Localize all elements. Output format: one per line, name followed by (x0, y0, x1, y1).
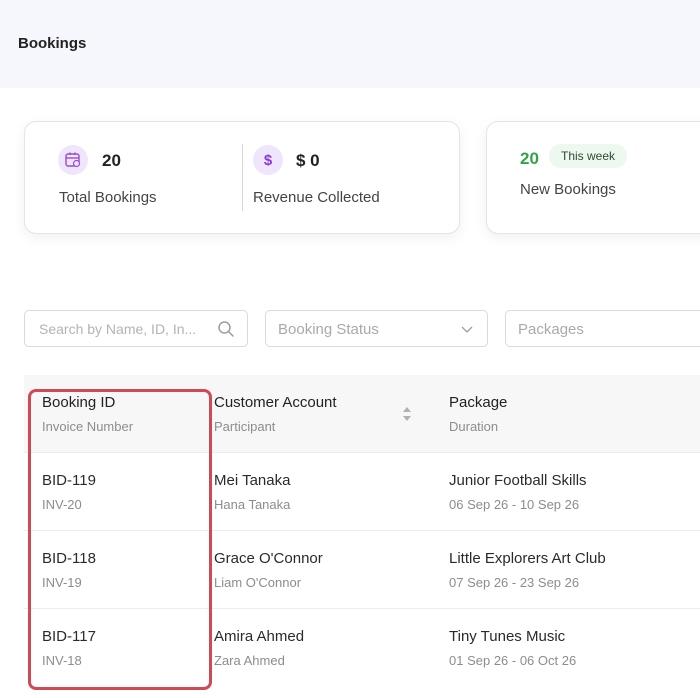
packages-label: Packages (518, 321, 584, 338)
package-name: Junior Football Skills (449, 472, 587, 489)
new-bookings-value: 20 (520, 149, 539, 168)
search-icon[interactable] (217, 320, 235, 338)
stats-card-new-bookings: 20 This week New Bookings (486, 121, 700, 234)
table-row[interactable]: BID-119 INV-20 Mei Tanaka Hana Tanaka Ju… (24, 452, 700, 531)
package-duration: 07 Sep 26 - 23 Sep 26 (449, 575, 580, 590)
customer-account[interactable]: Mei Tanaka (214, 472, 290, 489)
table-row[interactable]: BID-118 INV-19 Grace O'Connor Liam O'Con… (24, 530, 700, 609)
customer-account[interactable]: Amira Ahmed (214, 628, 304, 645)
table-row[interactable]: BID-117 INV-18 Amira Ahmed Zara Ahmed Ti… (24, 608, 700, 687)
page-title: Bookings (18, 35, 87, 52)
total-bookings-value: 20 (102, 151, 121, 170)
search-field[interactable] (24, 310, 248, 347)
new-bookings-label: New Bookings (520, 181, 616, 198)
column-header-customer[interactable]: Customer Account (214, 394, 337, 411)
participant: Zara Ahmed (214, 653, 285, 668)
packages-dropdown[interactable]: Packages (505, 310, 700, 347)
stats-card-summary: 20 Total Bookings $ $ 0 Revenue Collecte… (24, 121, 460, 234)
customer-account[interactable]: Grace O'Connor (214, 550, 323, 567)
column-header-package[interactable]: Package (449, 394, 507, 411)
calendar-icon (58, 145, 88, 175)
booking-status-label: Booking Status (278, 321, 379, 338)
top-bar: Bookings (0, 0, 700, 88)
column-subheader-invoice: Invoice Number (42, 419, 134, 434)
booking-status-dropdown[interactable]: Booking Status (265, 310, 488, 347)
package-name: Little Explorers Art Club (449, 550, 606, 567)
dollar-icon: $ (253, 145, 283, 175)
total-bookings-label: Total Bookings (59, 189, 157, 206)
search-input[interactable] (37, 320, 221, 338)
package-name: Tiny Tunes Music (449, 628, 566, 645)
booking-id[interactable]: BID-119 (42, 472, 96, 489)
booking-id[interactable]: BID-118 (42, 550, 96, 567)
chevron-down-icon (461, 326, 473, 333)
column-subheader-duration: Duration (449, 419, 499, 434)
column-subheader-participant: Participant (214, 419, 276, 434)
participant: Liam O'Connor (214, 575, 302, 590)
column-header-booking-id[interactable]: Booking ID (42, 394, 115, 411)
booking-id[interactable]: BID-117 (42, 628, 96, 645)
sort-icon[interactable] (401, 405, 413, 423)
stats-divider (242, 144, 243, 211)
participant: Hana Tanaka (214, 497, 291, 512)
table-header: Booking ID Invoice Number Customer Accou… (24, 375, 700, 452)
revenue-label: Revenue Collected (253, 189, 380, 206)
invoice-number: INV-18 (42, 653, 82, 668)
package-duration: 01 Sep 26 - 06 Oct 26 (449, 653, 577, 668)
revenue-value: $ 0 (296, 151, 320, 170)
package-duration: 06 Sep 26 - 10 Sep 26 (449, 497, 580, 512)
this-week-badge: This week (549, 144, 628, 168)
invoice-number: INV-19 (42, 575, 82, 590)
invoice-number: INV-20 (42, 497, 82, 512)
